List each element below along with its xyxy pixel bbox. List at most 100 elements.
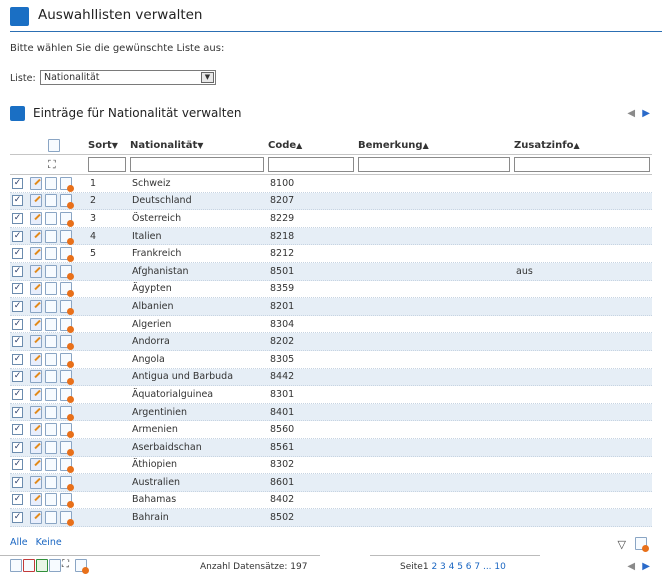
dropdown-arrow-icon[interactable]: ▼ xyxy=(201,72,214,83)
edit-icon[interactable] xyxy=(30,511,42,525)
copy-row-icon[interactable] xyxy=(45,176,57,190)
row-checkbox[interactable]: ✓ xyxy=(12,371,23,383)
delete-row-icon[interactable] xyxy=(60,423,74,439)
copy-row-icon[interactable] xyxy=(45,511,57,525)
delete-row-icon[interactable] xyxy=(60,493,74,509)
add-icon[interactable] xyxy=(10,559,22,572)
edit-icon[interactable] xyxy=(30,387,42,401)
prev-page-icon[interactable]: ◀ xyxy=(627,108,635,119)
copy-row-icon[interactable] xyxy=(45,475,57,489)
row-checkbox[interactable]: ✓ xyxy=(12,212,23,224)
copy-icon[interactable] xyxy=(49,559,61,572)
row-checkbox[interactable]: ✓ xyxy=(12,248,23,260)
delete-row-icon[interactable] xyxy=(60,299,74,315)
row-checkbox[interactable]: ✓ xyxy=(12,441,23,453)
search-icon[interactable]: ⛶ xyxy=(62,559,74,572)
edit-icon[interactable] xyxy=(30,335,42,349)
delete-selected-icon[interactable] xyxy=(635,537,649,552)
copy-row-icon[interactable] xyxy=(45,229,57,243)
copy-row-icon[interactable] xyxy=(45,440,57,454)
delete-row-icon[interactable] xyxy=(60,317,74,333)
column-header-zusatzinfo[interactable]: Zusatzinfo xyxy=(514,136,652,154)
table-row[interactable]: ✓ Äquatorialguinea 8301 xyxy=(10,386,652,404)
copy-row-icon[interactable] xyxy=(45,317,57,331)
column-header-code[interactable]: Code xyxy=(268,136,358,154)
table-row[interactable]: ✓ Armenien 8560 xyxy=(10,421,652,439)
copy-row-icon[interactable] xyxy=(45,264,57,278)
delete-row-icon[interactable] xyxy=(60,370,74,386)
filter-icon[interactable]: ▽ xyxy=(617,538,625,551)
edit-icon[interactable] xyxy=(30,475,42,489)
delete-row-icon[interactable] xyxy=(60,264,74,280)
copy-row-icon[interactable] xyxy=(45,194,57,208)
page-links[interactable]: 2 3 4 5 6 7 ... 10 xyxy=(431,562,505,572)
delete-row-icon[interactable] xyxy=(60,458,74,474)
table-row[interactable]: ✓ 1 Schweiz 8100 xyxy=(10,175,652,193)
edit-icon[interactable] xyxy=(30,194,42,208)
delete-icon[interactable] xyxy=(75,559,89,574)
table-row[interactable]: ✓ Angola 8305 xyxy=(10,351,652,369)
liste-select[interactable]: Nationalität ▼ xyxy=(40,70,216,85)
row-checkbox[interactable]: ✓ xyxy=(12,388,23,400)
table-row[interactable]: ✓ 3 Österreich 8229 xyxy=(10,210,652,228)
next-page-icon[interactable]: ▶ xyxy=(642,108,650,119)
new-entry-icon[interactable] xyxy=(48,138,60,152)
delete-row-icon[interactable] xyxy=(60,475,74,491)
table-row[interactable]: ✓ Bahamas 8402 xyxy=(10,492,652,510)
edit-icon[interactable] xyxy=(30,352,42,366)
copy-row-icon[interactable] xyxy=(45,352,57,366)
delete-row-icon[interactable] xyxy=(60,511,74,527)
edit-icon[interactable] xyxy=(30,247,42,261)
table-row[interactable]: ✓ 5 Frankreich 8212 xyxy=(10,245,652,263)
copy-row-icon[interactable] xyxy=(45,423,57,437)
row-checkbox[interactable]: ✓ xyxy=(12,336,23,348)
filter-code-input[interactable] xyxy=(268,157,354,172)
pdf-export-icon[interactable] xyxy=(23,559,35,572)
delete-row-icon[interactable] xyxy=(60,194,74,210)
edit-icon[interactable] xyxy=(30,370,42,384)
row-checkbox[interactable]: ✓ xyxy=(12,318,23,330)
filter-bemerkung-input[interactable] xyxy=(358,157,510,172)
delete-row-icon[interactable] xyxy=(60,211,74,227)
edit-icon[interactable] xyxy=(30,317,42,331)
edit-icon[interactable] xyxy=(30,282,42,296)
row-checkbox[interactable]: ✓ xyxy=(12,353,23,365)
delete-row-icon[interactable] xyxy=(60,440,74,456)
delete-row-icon[interactable] xyxy=(60,335,74,351)
copy-row-icon[interactable] xyxy=(45,370,57,384)
row-checkbox[interactable]: ✓ xyxy=(12,512,23,524)
filter-zusatzinfo-input[interactable] xyxy=(514,157,650,172)
table-row[interactable]: ✓ Albanien 8201 xyxy=(10,298,652,316)
table-row[interactable]: ✓ Australien 8601 xyxy=(10,474,652,492)
table-row[interactable]: ✓ Aserbaidschan 8561 xyxy=(10,438,652,457)
table-row[interactable]: ✓ Äthiopien 8302 xyxy=(10,457,652,475)
excel-export-icon[interactable] xyxy=(36,559,48,572)
edit-icon[interactable] xyxy=(30,264,42,278)
column-header-bemerkung[interactable]: Bemerkung xyxy=(358,136,514,154)
column-header-sort[interactable]: Sort xyxy=(88,136,130,154)
copy-row-icon[interactable] xyxy=(45,211,57,225)
edit-icon[interactable] xyxy=(30,493,42,507)
delete-row-icon[interactable] xyxy=(60,176,74,192)
copy-row-icon[interactable] xyxy=(45,299,57,313)
table-row[interactable]: ✓ Argentinien 8401 xyxy=(10,403,652,422)
table-row[interactable]: ✓ Ägypten 8359 xyxy=(10,281,652,299)
edit-icon[interactable] xyxy=(30,458,42,472)
table-row[interactable]: ✓ Bahrain 8502 xyxy=(10,509,652,527)
copy-row-icon[interactable] xyxy=(45,387,57,401)
column-header-nationalitaet[interactable]: Nationalität xyxy=(130,136,268,154)
select-all-link[interactable]: Alle xyxy=(10,537,28,548)
next-page-bottom-icon[interactable]: ▶ xyxy=(642,561,650,572)
row-checkbox[interactable]: ✓ xyxy=(12,230,23,242)
select-none-link[interactable]: Keine xyxy=(36,537,62,548)
delete-row-icon[interactable] xyxy=(60,282,74,298)
filter-sort-input[interactable] xyxy=(88,157,126,172)
row-checkbox[interactable]: ✓ xyxy=(12,424,23,436)
table-row[interactable]: ✓ 4 Italien 8218 xyxy=(10,227,652,246)
row-checkbox[interactable]: ✓ xyxy=(12,459,23,471)
edit-icon[interactable] xyxy=(30,176,42,190)
copy-row-icon[interactable] xyxy=(45,247,57,261)
edit-icon[interactable] xyxy=(30,423,42,437)
delete-row-icon[interactable] xyxy=(60,387,74,403)
row-checkbox[interactable]: ✓ xyxy=(12,476,23,488)
